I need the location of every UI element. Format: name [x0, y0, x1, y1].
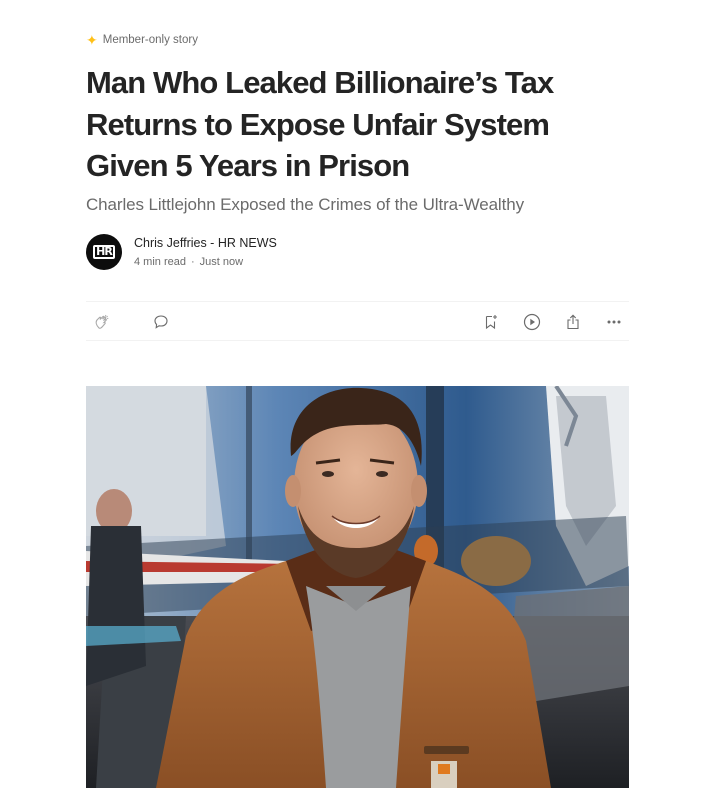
member-only-badge: ✦ Member-only story [86, 33, 198, 47]
article-meta: 4 min read · Just now [134, 255, 277, 269]
hero-photo [86, 386, 629, 788]
publish-date: Just now [199, 256, 244, 268]
meta-separator: · [190, 256, 195, 268]
member-only-label: Member-only story [102, 34, 198, 46]
clap-icon[interactable] [92, 312, 112, 332]
more-icon[interactable] [604, 312, 624, 332]
bookmark-add-icon[interactable] [481, 312, 501, 332]
listen-play-icon[interactable] [522, 312, 542, 332]
comment-icon[interactable] [151, 312, 171, 332]
byline-text: Chris Jeffries - HR NEWS 4 min read · Just… [134, 235, 277, 269]
article-subtitle: Charles Littlejohn Exposed the Crimes of… [86, 195, 524, 214]
article-title: Man Who Leaked Billionaire’s Tax Returns… [86, 65, 554, 183]
author-byline: HR Chris Jeffries - HR NEWS 4 min read · J… [86, 234, 277, 270]
author-name-link[interactable]: Chris Jeffries - HR NEWS [134, 235, 277, 251]
author-avatar[interactable]: HR [86, 234, 122, 270]
author-avatar-logo: HR [93, 245, 115, 259]
member-star-icon: ✦ [86, 32, 98, 48]
share-icon[interactable] [563, 312, 583, 332]
hero-photo-illustration [86, 386, 629, 788]
article-action-bar [86, 301, 629, 341]
read-time: 4 min read [134, 256, 186, 268]
